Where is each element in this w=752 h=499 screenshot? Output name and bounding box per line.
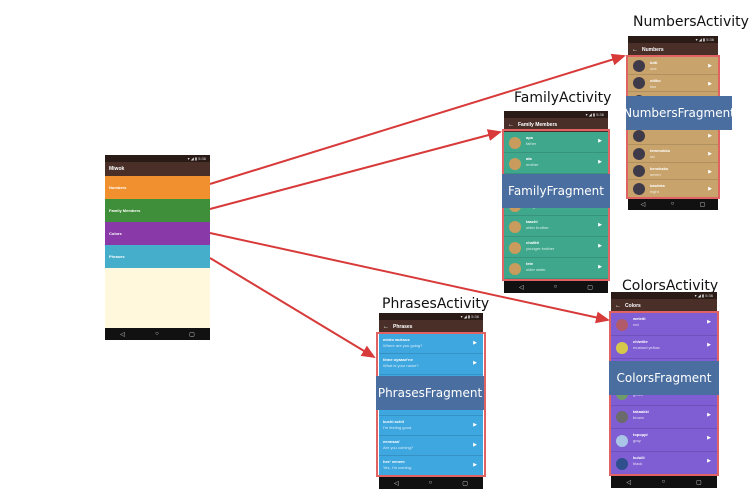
app-bar: Miwok: [105, 162, 210, 176]
status-bar: ▾ ◢ ▮ 5:36: [105, 155, 210, 162]
recents-icon[interactable]: ▢: [189, 331, 195, 338]
numbers-fragment-label: NumbersFragment: [623, 96, 735, 130]
category-label: Colors: [109, 231, 122, 236]
category-label: Family Members: [109, 208, 141, 213]
category-phrases[interactable]: Phrases: [105, 245, 210, 268]
family-fragment-label: FamilyFragment: [502, 174, 610, 208]
category-colors[interactable]: Colors: [105, 222, 210, 245]
back-icon[interactable]: ◁: [120, 331, 125, 338]
home-icon[interactable]: ○: [429, 480, 433, 486]
recents-icon[interactable]: ▢: [696, 479, 702, 486]
back-icon[interactable]: ◁: [626, 479, 631, 486]
home-icon[interactable]: ○: [671, 201, 675, 207]
back-icon[interactable]: ◁: [519, 284, 524, 291]
recents-icon[interactable]: ▢: [462, 480, 468, 487]
nav-bar: ◁ ○ ▢: [105, 328, 210, 340]
main-content: Numbers Family Members Colors Phrases: [105, 176, 210, 328]
arrow-to-phrases: [209, 257, 376, 359]
category-family-members[interactable]: Family Members: [105, 199, 210, 222]
recents-icon[interactable]: ▢: [587, 284, 593, 291]
main-activity-phone: ▾ ◢ ▮ 5:36 Miwok Numbers Family Members Co…: [105, 155, 210, 340]
category-label: Numbers: [109, 185, 127, 190]
home-icon[interactable]: ○: [554, 284, 558, 290]
back-icon[interactable]: ◁: [641, 201, 646, 208]
back-icon[interactable]: ◁: [394, 480, 399, 487]
phrases-activity-title: PhrasesActivity: [382, 296, 490, 312]
category-numbers[interactable]: Numbers: [105, 176, 210, 199]
recents-icon[interactable]: ▢: [700, 201, 706, 208]
family-activity-title: FamilyActivity: [514, 90, 612, 106]
home-icon[interactable]: ○: [662, 479, 666, 485]
category-label: Phrases: [109, 254, 125, 259]
app-title: Miwok: [109, 166, 125, 172]
home-icon[interactable]: ○: [155, 331, 159, 337]
phrases-fragment-label: PhrasesFragment: [376, 376, 484, 410]
colors-fragment-label: ColorsFragment: [609, 361, 719, 395]
numbers-activity-title: NumbersActivity: [633, 14, 749, 30]
